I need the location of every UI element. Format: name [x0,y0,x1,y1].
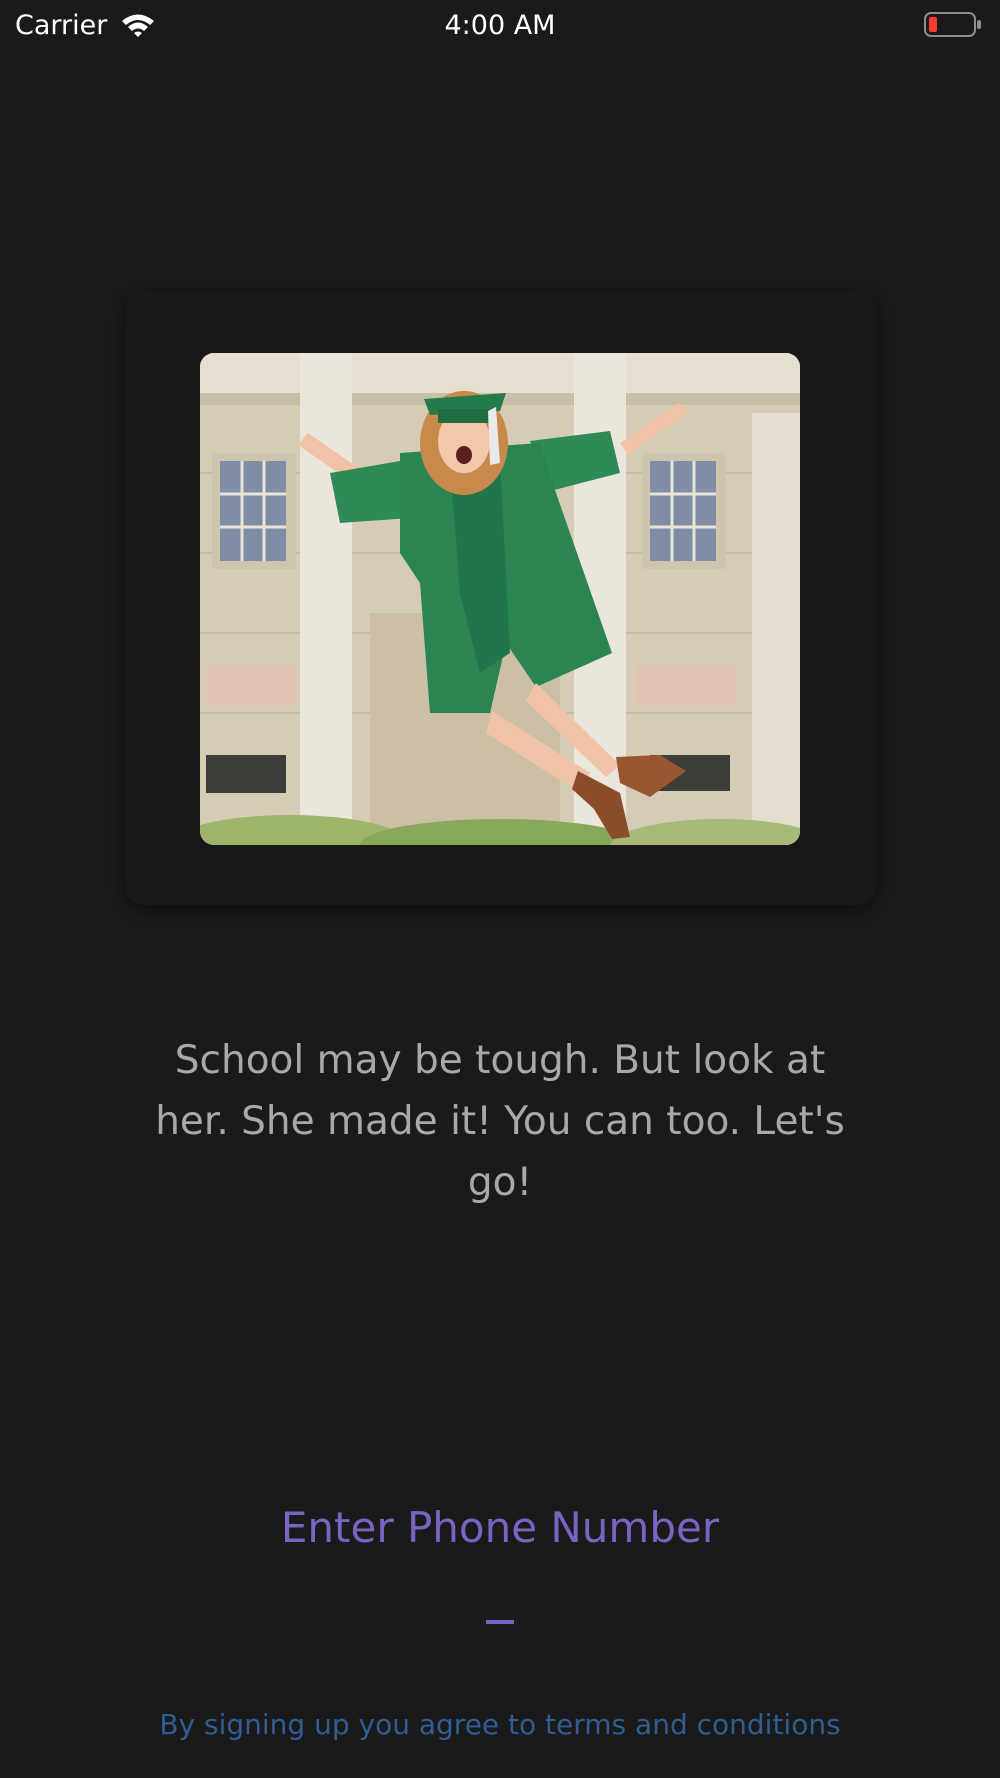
enter-phone-label[interactable]: Enter Phone Number [0,1498,1000,1558]
terms-link[interactable]: By signing up you agree to terms and con… [0,1705,1000,1745]
status-bar: Carrier 4:00 AM [0,0,1000,50]
motivation-message: School may be tough. But look at her. Sh… [155,1038,845,1205]
phone-number-input[interactable] [486,1580,514,1624]
status-time: 4:00 AM [444,10,556,41]
battery-low-icon [924,12,981,37]
graduate-photo [200,353,800,845]
